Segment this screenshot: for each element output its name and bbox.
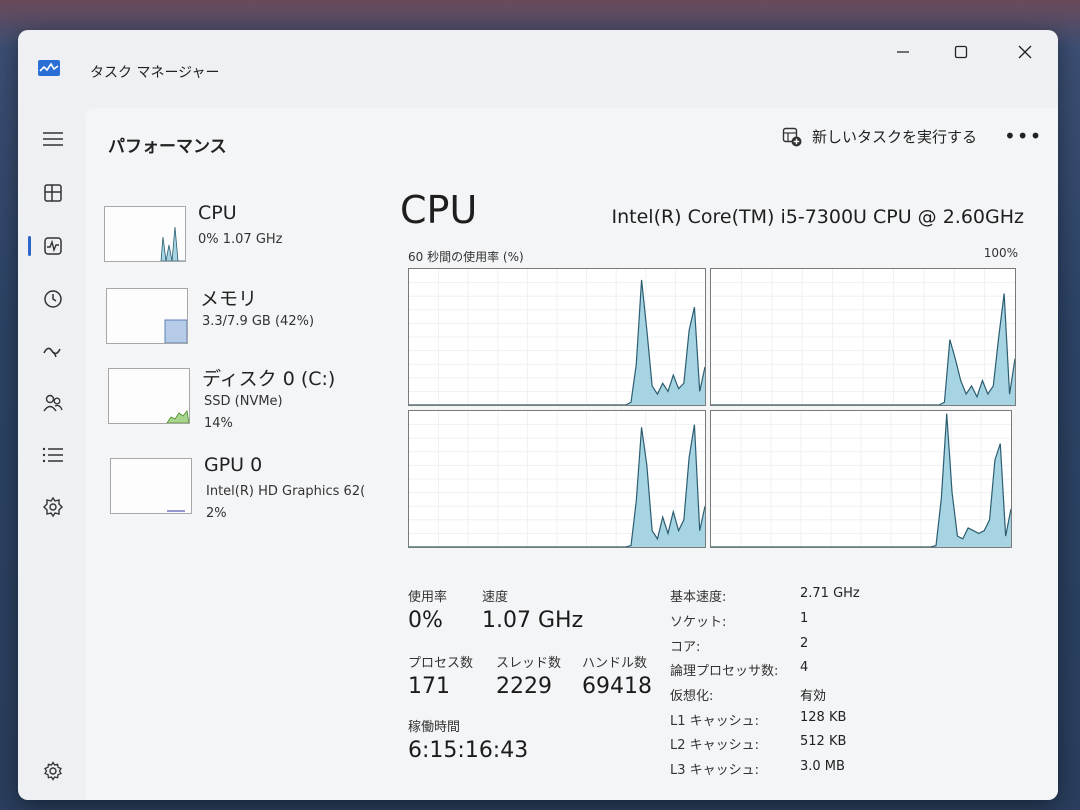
title-bar[interactable]: タスク マネージャー [18, 30, 1058, 100]
threads-value: 2229 [496, 674, 552, 699]
sidebar-item-subtitle: 3.3/7.9 GB (42%) [202, 314, 315, 329]
disk-thumbnail-graph [108, 368, 190, 424]
spec-label: コア: [670, 640, 701, 655]
usage-value: 0% [408, 608, 443, 633]
close-button[interactable] [1002, 38, 1048, 66]
window-title: タスク マネージャー [90, 65, 220, 81]
task-manager-window: タスク マネージャー パフォーマンス 新しいタスクを実行する ••• CPU 0… [18, 30, 1058, 800]
spec-value: 512 KB [800, 734, 847, 749]
sidebar-item-title: メモリ [200, 288, 258, 310]
performance-page: パフォーマンス 新しいタスクを実行する ••• CPU 0% 1.07 GHz … [86, 108, 1058, 800]
sidebar-item-title: CPU [198, 202, 237, 224]
sidebar-item-disk[interactable]: ディスク 0 (C:) SSD (NVMe) 14% [108, 364, 378, 431]
spec-value: 3.0 MB [800, 759, 845, 774]
users-icon[interactable] [40, 390, 66, 416]
startup-apps-icon[interactable] [40, 338, 66, 364]
memory-thumbnail-graph [106, 288, 188, 344]
spec-label: 仮想化: [670, 689, 714, 704]
run-task-icon [782, 127, 802, 146]
menu-icon[interactable] [40, 126, 66, 152]
minimize-button[interactable] [880, 38, 926, 66]
spec-label: 基本速度: [670, 590, 727, 605]
processes-value: 171 [408, 674, 450, 699]
uptime-label: 稼働時間 [408, 720, 461, 735]
core-graph-3 [710, 410, 1012, 548]
more-options-button[interactable]: ••• [1004, 124, 1042, 148]
core-graph-1 [710, 268, 1016, 406]
run-task-label: 新しいタスクを実行する [812, 128, 978, 146]
sidebar-item-subtitle: SSD (NVMe) [204, 394, 283, 409]
spec-value: 有効 [800, 689, 827, 704]
task-manager-app-icon [38, 60, 60, 76]
core-graph-0 [408, 268, 706, 406]
gpu-thumbnail-graph [110, 458, 192, 514]
usage-label: 使用率 [408, 590, 448, 605]
nav-sidebar [18, 100, 86, 800]
handles-value: 69418 [582, 674, 652, 699]
spec-value: 2.71 GHz [800, 586, 860, 601]
spec-label: L2 キャッシュ: [670, 738, 760, 753]
details-icon[interactable] [40, 442, 66, 468]
speed-value: 1.07 GHz [482, 608, 584, 633]
page-title: パフォーマンス [108, 137, 227, 157]
run-new-task-button[interactable]: 新しいタスクを実行する [782, 126, 977, 147]
app-history-icon[interactable] [40, 286, 66, 312]
minimize-icon [897, 51, 909, 53]
cpu-heading: CPU [400, 188, 478, 232]
speed-label: 速度 [482, 590, 509, 605]
sidebar-item-gpu[interactable]: GPU 0 Intel(R) HD Graphics 62( 2% [110, 454, 380, 521]
sidebar-item-subtitle: Intel(R) HD Graphics 62( [206, 484, 366, 499]
active-nav-indicator [28, 236, 31, 256]
spec-value: 4 [800, 660, 809, 675]
spec-value: 128 KB [800, 710, 847, 725]
sidebar-item-cpu[interactable]: CPU 0% 1.07 GHz [104, 202, 374, 266]
spec-label: ソケット: [670, 615, 727, 630]
spec-label: 論理プロセッサ数: [670, 664, 779, 679]
maximize-icon [954, 45, 968, 59]
core-graph-2 [408, 410, 706, 548]
spec-label: L1 キャッシュ: [670, 714, 760, 729]
sidebar-item-title: GPU 0 [204, 454, 263, 476]
sidebar-item-title: ディスク 0 (C:) [202, 368, 336, 390]
spec-value: 1 [800, 611, 809, 626]
threads-label: スレッド数 [496, 656, 562, 671]
sidebar-item-memory[interactable]: メモリ 3.3/7.9 GB (42%) [106, 284, 376, 348]
performance-icon[interactable] [40, 233, 66, 259]
graph-caption: 60 秒間の使用率 (%) [408, 250, 524, 264]
sidebar-item-subtitle: 0% 1.07 GHz [198, 232, 283, 247]
graph-max-label: 100% [983, 246, 1018, 260]
sidebar-item-usage: 2% [206, 506, 227, 521]
uptime-value: 6:15:16:43 [408, 738, 529, 763]
cpu-thumbnail-graph [104, 206, 186, 262]
services-icon[interactable] [40, 494, 66, 520]
processor-name: Intel(R) Core(TM) i5-7300U CPU @ 2.60GHz [611, 206, 1025, 228]
sidebar-item-usage: 14% [204, 416, 233, 431]
close-icon [1018, 45, 1032, 59]
processes-icon[interactable] [40, 180, 66, 206]
handles-label: ハンドル数 [582, 656, 648, 671]
spec-label: L3 キャッシュ: [670, 763, 760, 778]
spec-value: 2 [800, 636, 809, 651]
settings-icon[interactable] [40, 758, 66, 784]
maximize-button[interactable] [938, 38, 984, 66]
processes-label: プロセス数 [408, 656, 474, 671]
